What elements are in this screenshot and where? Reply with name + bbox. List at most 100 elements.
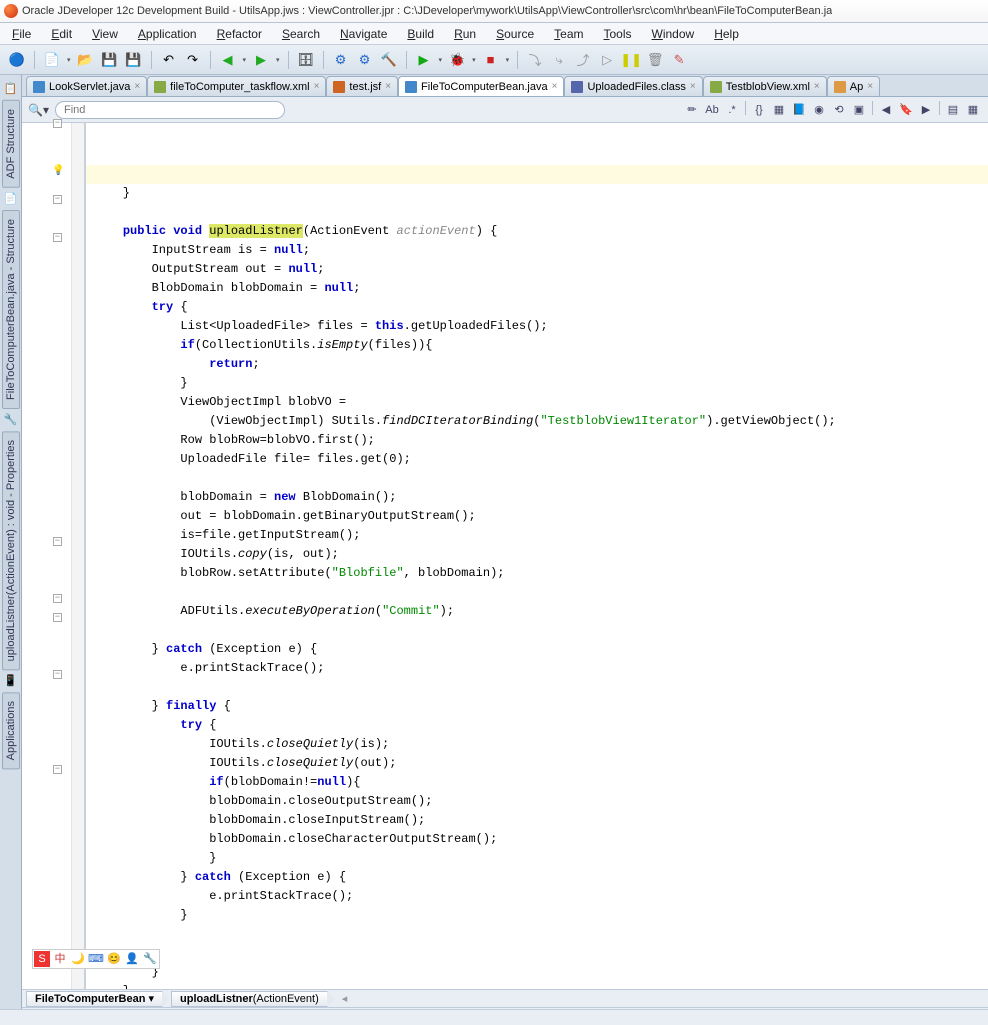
back-icon[interactable]: ◀ — [217, 49, 239, 71]
breadcrumb-method[interactable]: uploadListner(ActionEvent) — [171, 991, 328, 1007]
menu-view[interactable]: View — [84, 25, 126, 43]
menu-application[interactable]: Application — [130, 25, 205, 43]
find-input[interactable] — [55, 101, 285, 119]
menu-search[interactable]: Search — [274, 25, 328, 43]
new-icon[interactable]: 📄 — [41, 49, 63, 71]
highlight-icon[interactable]: ✏ — [683, 101, 701, 119]
rebuild-icon[interactable]: ⚙ — [354, 49, 376, 71]
side-icon[interactable]: 📋 — [4, 82, 18, 96]
fold-gutter[interactable]: − − − − − − − − — [72, 123, 86, 989]
menu-build[interactable]: Build — [399, 25, 442, 43]
ime-toolbar[interactable]: S 中 🌙 ⌨ 😊 👤 🔧 — [32, 949, 160, 969]
menu-file[interactable]: File — [4, 25, 39, 43]
ime-settings-icon[interactable]: 🔧 — [142, 951, 158, 967]
uml-icon[interactable]: ▤ — [944, 101, 962, 119]
search-icon[interactable]: 🔍▾ — [28, 103, 49, 117]
whole-word-icon[interactable]: Ab — [703, 101, 721, 119]
ime-face-icon[interactable]: 😊 — [106, 951, 122, 967]
side-icon[interactable]: 📱 — [4, 674, 18, 688]
menu-team[interactable]: Team — [546, 25, 591, 43]
close-icon[interactable]: × — [134, 81, 140, 92]
overview-icon[interactable]: ▦ — [770, 101, 788, 119]
save-all-icon[interactable]: 💾 — [123, 49, 145, 71]
file-tab[interactable]: fileToComputer_taskflow.xml× — [147, 76, 326, 96]
open-icon[interactable]: 📂 — [75, 49, 97, 71]
menu-edit[interactable]: Edit — [43, 25, 80, 43]
gutter[interactable]: 💡 — [22, 123, 72, 989]
debug-icon[interactable]: 🐞 — [446, 49, 468, 71]
build-icon[interactable]: ⚙ — [330, 49, 352, 71]
redo-icon[interactable]: ↷ — [182, 49, 204, 71]
ime-keyboard-icon[interactable]: ⌨ — [88, 951, 104, 967]
undo-icon[interactable]: ↶ — [158, 49, 180, 71]
wand-icon[interactable]: ✎ — [668, 49, 690, 71]
close-icon[interactable]: × — [385, 81, 391, 92]
bookmark-prev-icon[interactable]: ◀ — [877, 101, 895, 119]
side-tab-applications[interactable]: Applications — [2, 692, 20, 769]
menu-source[interactable]: Source — [488, 25, 542, 43]
quickdoc-icon[interactable]: 📘 — [790, 101, 808, 119]
bookmark-icon[interactable]: 🔖 — [897, 101, 915, 119]
breadcrumb-class[interactable]: FileToComputerBean ▾ — [26, 991, 163, 1007]
run-icon[interactable]: ▶ — [413, 49, 435, 71]
file-tab[interactable]: LookServlet.java× — [26, 76, 147, 96]
breakpoint-icon[interactable]: ◉ — [810, 101, 828, 119]
db-icon[interactable]: 🗄 — [295, 49, 317, 71]
menu-tools[interactable]: Tools — [596, 25, 640, 43]
fold-toggle-icon[interactable]: − — [53, 195, 62, 204]
ime-cn-icon[interactable]: 中 — [52, 951, 68, 967]
menu-refactor[interactable]: Refactor — [209, 25, 270, 43]
application-icon[interactable]: 🔵 — [6, 49, 28, 71]
file-tab[interactable]: TestblobView.xml× — [703, 76, 827, 96]
regex-icon[interactable]: .* — [723, 101, 741, 119]
ime-s-icon[interactable]: S — [34, 951, 50, 967]
side-icon[interactable]: 📄 — [4, 192, 18, 206]
bookmark-next-icon[interactable]: ▶ — [917, 101, 935, 119]
step-over-icon[interactable]: ⤵ — [524, 49, 546, 71]
fold-toggle-icon[interactable]: − — [53, 765, 62, 774]
file-tab[interactable]: FileToComputerBean.java× — [398, 76, 564, 96]
file-icon — [405, 81, 417, 93]
fold-toggle-icon[interactable]: − — [53, 123, 62, 128]
fold-toggle-icon[interactable]: − — [53, 594, 62, 603]
side-icon[interactable]: 🔧 — [4, 413, 18, 427]
menu-window[interactable]: Window — [644, 25, 703, 43]
file-tab[interactable]: test.jsf× — [326, 76, 398, 96]
fold-toggle-icon[interactable]: − — [53, 233, 62, 242]
reformat-icon[interactable]: ⟲ — [830, 101, 848, 119]
menu-help[interactable]: Help — [706, 25, 747, 43]
code-content[interactable]: } public void uploadListner(ActionEvent … — [86, 123, 988, 989]
save-icon[interactable]: 💾 — [99, 49, 121, 71]
code-editor[interactable]: 💡 − − − − − − − − } public void uploadLi… — [22, 123, 988, 989]
file-tab[interactable]: UploadedFiles.class× — [564, 76, 702, 96]
fold-toggle-icon[interactable]: − — [53, 537, 62, 546]
side-tab-properties[interactable]: uploadListner(ActionEvent) : void - Prop… — [2, 431, 20, 670]
ime-moon-icon[interactable]: 🌙 — [70, 951, 86, 967]
ime-user-icon[interactable]: 👤 — [124, 951, 140, 967]
diagram-icon[interactable]: ▦ — [964, 101, 982, 119]
stop-icon[interactable]: ■ — [480, 49, 502, 71]
surround-icon[interactable]: ▣ — [850, 101, 868, 119]
fold-toggle-icon[interactable]: − — [53, 670, 62, 679]
warning-icon[interactable]: 💡 — [52, 165, 64, 177]
close-icon[interactable]: × — [814, 81, 820, 92]
step-into-icon[interactable]: ⤷ — [548, 49, 570, 71]
pause-icon[interactable]: ❚❚ — [620, 49, 642, 71]
file-tab[interactable]: Ap× — [827, 76, 880, 96]
side-tab-structure[interactable]: FileToComputerBean.java - Structure — [2, 210, 20, 409]
menu-run[interactable]: Run — [446, 25, 484, 43]
block-select-icon[interactable]: {} — [750, 101, 768, 119]
side-tab-adf-structure[interactable]: ADF Structure — [2, 100, 20, 188]
close-icon[interactable]: × — [690, 81, 696, 92]
close-icon[interactable]: × — [552, 81, 558, 92]
breadcrumb-more-icon[interactable]: ◂ — [342, 992, 348, 1005]
menu-navigate[interactable]: Navigate — [332, 25, 395, 43]
trash-icon[interactable]: 🗑 — [644, 49, 666, 71]
fold-toggle-icon[interactable]: − — [53, 613, 62, 622]
step-out-icon[interactable]: ⤴ — [572, 49, 594, 71]
make-icon[interactable]: 🔨 — [378, 49, 400, 71]
close-icon[interactable]: × — [867, 81, 873, 92]
forward-icon[interactable]: ▶ — [250, 49, 272, 71]
resume-icon[interactable]: ▷ — [596, 49, 618, 71]
close-icon[interactable]: × — [314, 81, 320, 92]
